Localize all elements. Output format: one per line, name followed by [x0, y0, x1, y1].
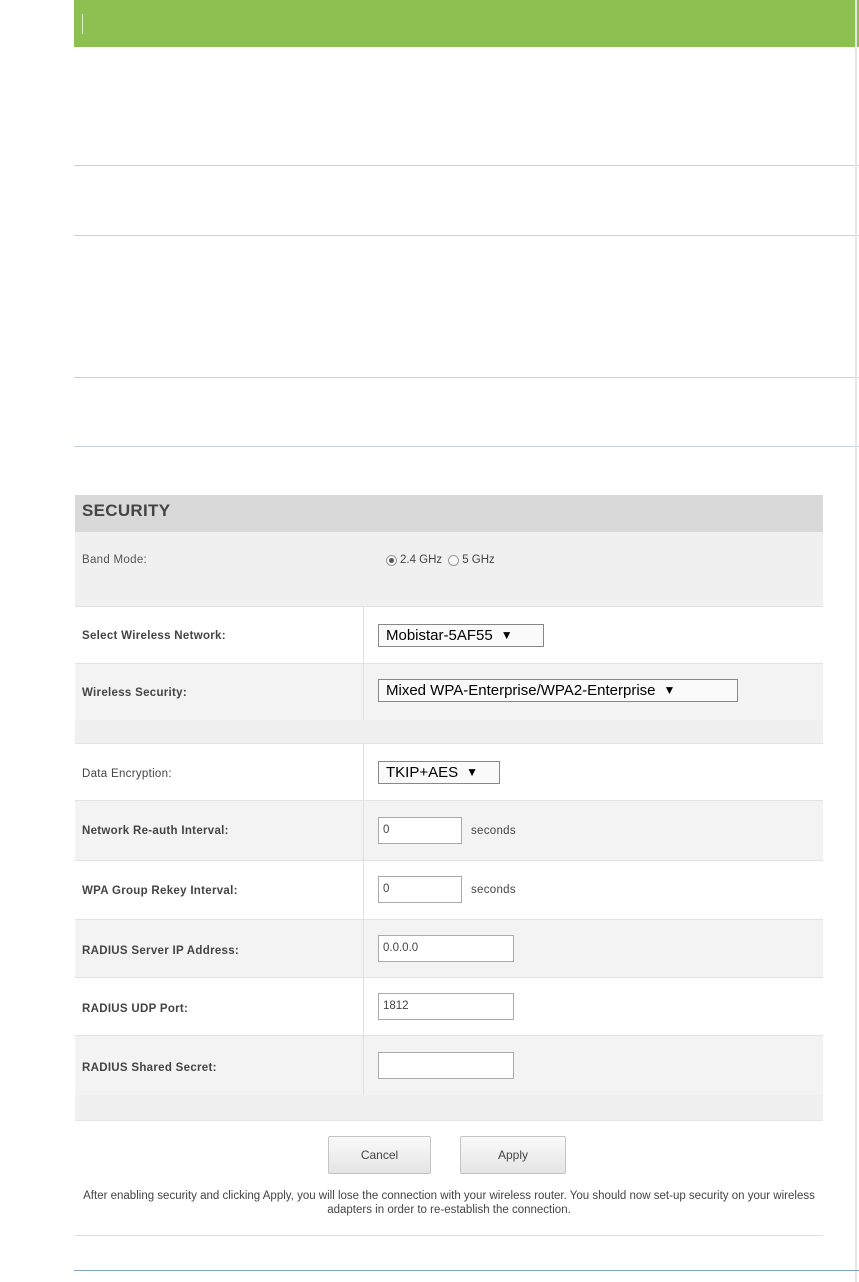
- radius-ip-row: RADIUS Server IP Address: 0.0.0.0: [75, 919, 823, 978]
- band-2-4ghz-radio[interactable]: [386, 554, 397, 566]
- column-divider: [363, 607, 364, 664]
- wireless-security-select[interactable]: Mixed WPA-Enterprise/WPA2-Enterprise ▼: [378, 679, 738, 702]
- radius-secret-row: RADIUS Shared Secret:: [75, 1035, 823, 1096]
- dropdown-arrow-icon: ▼: [466, 765, 479, 779]
- page-bottom-rule: [74, 1270, 859, 1271]
- reauth-interval-input[interactable]: 0: [378, 817, 462, 844]
- column-divider: [363, 920, 364, 978]
- band-mode-label: Band Mode:: [82, 554, 148, 566]
- radius-port-label: RADIUS UDP Port:: [82, 1003, 189, 1015]
- security-panel: SECURITY Band Mode: 2.4 GHz 5 GHz Select…: [75, 495, 823, 1240]
- divider: [74, 165, 859, 166]
- reauth-interval-label: Network Re-auth Interval:: [82, 825, 229, 837]
- radius-ip-label: RADIUS Server IP Address:: [82, 945, 240, 957]
- radius-secret-input[interactable]: [378, 1052, 514, 1079]
- radius-port-input[interactable]: 1812: [378, 993, 514, 1020]
- wireless-network-row: Select Wireless Network: Mobistar-5AF55 …: [75, 606, 823, 664]
- cancel-button[interactable]: Cancel: [328, 1136, 431, 1174]
- column-divider: [363, 978, 364, 1036]
- reauth-interval-unit: seconds: [471, 825, 516, 837]
- band-5ghz-label[interactable]: 5 GHz: [462, 554, 495, 566]
- wireless-network-select[interactable]: Mobistar-5AF55 ▼: [378, 624, 544, 647]
- header-bar-marker: [82, 14, 83, 34]
- band-mode-row: Band Mode: 2.4 GHz 5 GHz: [75, 532, 823, 582]
- band-2-4ghz-label[interactable]: 2.4 GHz: [400, 554, 442, 566]
- divider: [75, 1235, 823, 1236]
- reauth-interval-row: Network Re-auth Interval: 0 seconds: [75, 800, 823, 861]
- wireless-security-label: Wireless Security:: [82, 687, 188, 699]
- data-encryption-label: Data Encryption:: [82, 768, 172, 780]
- column-divider: [363, 664, 364, 721]
- document-header-bar: [74, 0, 859, 47]
- column-divider: [363, 801, 364, 861]
- radius-port-row: RADIUS UDP Port: 1812: [75, 977, 823, 1036]
- column-divider: [363, 1036, 364, 1096]
- radius-secret-label: RADIUS Shared Secret:: [82, 1062, 217, 1074]
- rekey-interval-label: WPA Group Rekey Interval:: [82, 885, 238, 897]
- dropdown-arrow-icon: ▼: [663, 683, 676, 697]
- divider: [74, 235, 859, 236]
- wireless-network-label: Select Wireless Network:: [82, 630, 226, 642]
- column-divider: [363, 861, 364, 920]
- rekey-interval-unit: seconds: [471, 884, 516, 896]
- radius-ip-input[interactable]: 0.0.0.0: [378, 935, 514, 962]
- column-divider: [363, 744, 364, 801]
- rekey-interval-row: WPA Group Rekey Interval: 0 seconds: [75, 860, 823, 920]
- data-encryption-row: Data Encryption: TKIP+AES ▼: [75, 743, 823, 801]
- dropdown-arrow-icon: ▼: [500, 628, 513, 642]
- divider: [74, 377, 859, 378]
- spacer-row: [75, 720, 823, 743]
- wireless-security-row: Wireless Security: Mixed WPA-Enterprise/…: [75, 663, 823, 721]
- band-5ghz-radio[interactable]: [448, 554, 460, 566]
- apply-button[interactable]: Apply: [460, 1136, 566, 1174]
- divider: [75, 1120, 823, 1121]
- data-encryption-value: TKIP+AES: [386, 764, 459, 781]
- wireless-network-value: Mobistar-5AF55: [386, 627, 493, 644]
- divider: [74, 446, 859, 447]
- rekey-interval-input[interactable]: 0: [378, 876, 462, 903]
- spacer-row: [75, 582, 823, 606]
- band-mode-radio-group: 2.4 GHz 5 GHz: [386, 554, 501, 566]
- spacer-row: [75, 1095, 823, 1120]
- page-edge: [855, 0, 857, 1282]
- data-encryption-select[interactable]: TKIP+AES ▼: [378, 761, 500, 784]
- wireless-security-value: Mixed WPA-Enterprise/WPA2-Enterprise: [386, 682, 656, 699]
- apply-warning-note: After enabling security and clicking App…: [83, 1190, 815, 1216]
- security-title: SECURITY: [75, 495, 823, 532]
